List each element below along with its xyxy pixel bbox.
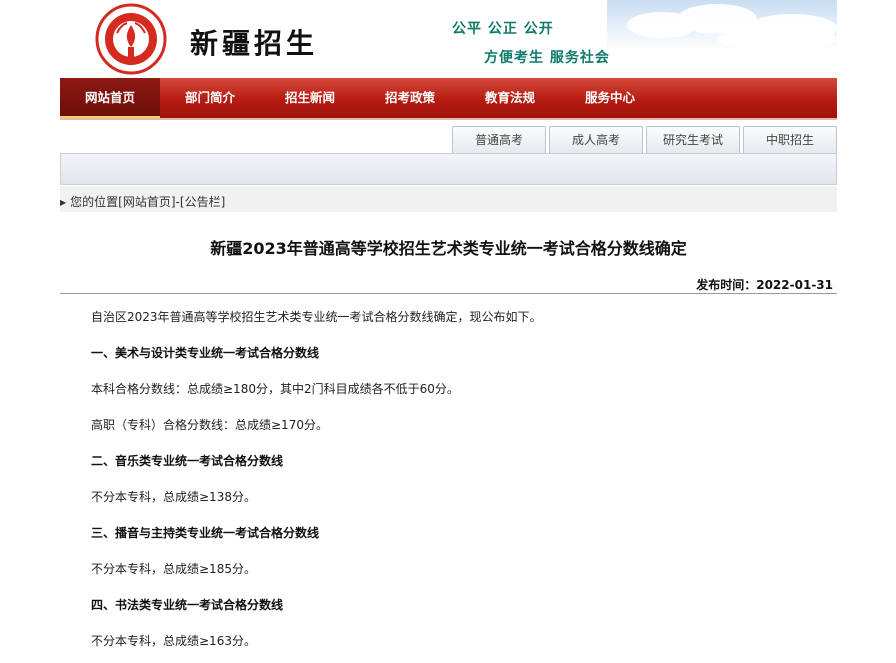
article-title: 新疆2023年普通高等学校招生艺术类专业统一考试合格分数线确定	[210, 239, 687, 258]
nav-item-home[interactable]: 网站首页	[60, 78, 160, 118]
main-nav: 网站首页 部门简介 招生新闻 招考政策 教育法规 服务中心	[60, 78, 837, 120]
title-divider	[60, 293, 837, 294]
section-heading-calligraphy: 四、书法类专业统一考试合格分数线	[91, 598, 284, 612]
nav-item-news[interactable]: 招生新闻	[260, 78, 360, 118]
slogan-line-1: 公平 公正 公开	[452, 21, 554, 37]
exam-category-bar: 普通高考 成人高考 研究生考试 中职招生	[60, 122, 837, 186]
article-paragraph: 自治区2023年普通高等学校招生艺术类专业统一考试合格分数线确定，现公布如下。	[91, 310, 542, 324]
tab-graduate-exam[interactable]: 研究生考试	[646, 126, 740, 153]
breadcrumb-bar: ▶ 您的位置[网站首页]-[公告栏]	[60, 186, 837, 212]
article-paragraph: 本科合格分数线：总成绩≥180分，其中2门科目成绩各不低于60分。	[91, 382, 459, 396]
site-logo[interactable]	[95, 3, 167, 75]
publish-date-label: 发布时间：	[696, 278, 757, 292]
nav-item-policy[interactable]: 招考政策	[360, 78, 460, 118]
tab-vocational[interactable]: 中职招生	[743, 126, 837, 153]
section-heading-music: 二、音乐类专业统一考试合格分数线	[91, 454, 284, 468]
breadcrumb-section-link[interactable]: [公告栏]	[180, 195, 225, 209]
publish-date: 发布时间：2022-01-31	[696, 276, 833, 293]
publish-date-value: 2022-01-31	[756, 278, 833, 292]
nav-item-law[interactable]: 教育法规	[460, 78, 560, 118]
subtab-panel	[60, 153, 837, 185]
breadcrumb: ▶ 您的位置[网站首页]-[公告栏]	[60, 193, 225, 210]
article-body: 自治区2023年普通高等学校招生艺术类专业统一考试合格分数线确定，现公布如下。 …	[91, 303, 831, 663]
article-paragraph: 不分本专科，总成绩≥163分。	[91, 634, 256, 648]
nav-item-department[interactable]: 部门简介	[160, 78, 260, 118]
slogan-line-2: 方便考生 服务社会	[484, 50, 610, 66]
bullet-arrow-icon: ▶	[60, 198, 67, 207]
article-paragraph: 高职（专科）合格分数线：总成绩≥170分。	[91, 418, 328, 432]
tab-adult-exam[interactable]: 成人高考	[549, 126, 643, 153]
tab-gaokao[interactable]: 普通高考	[452, 126, 546, 153]
nav-item-service[interactable]: 服务中心	[560, 78, 660, 118]
section-heading-broadcasting: 三、播音与主持类专业统一考试合格分数线	[91, 526, 320, 540]
sky-banner	[607, 0, 837, 50]
breadcrumb-home-link[interactable]: [网站首页]	[118, 195, 175, 209]
site-header: 新疆招生 公平 公正 公开 方便考生 服务社会	[60, 0, 837, 78]
page: 新疆招生 公平 公正 公开 方便考生 服务社会 网站首页 部门简介 招生新闻 招…	[60, 0, 837, 659]
site-name: 新疆招生	[190, 27, 319, 60]
section-heading-art-design: 一、美术与设计类专业统一考试合格分数线	[91, 346, 320, 360]
breadcrumb-prefix: 您的位置	[70, 195, 119, 209]
article-paragraph: 不分本专科，总成绩≥185分。	[91, 562, 256, 576]
article-paragraph: 不分本专科，总成绩≥138分。	[91, 490, 256, 504]
